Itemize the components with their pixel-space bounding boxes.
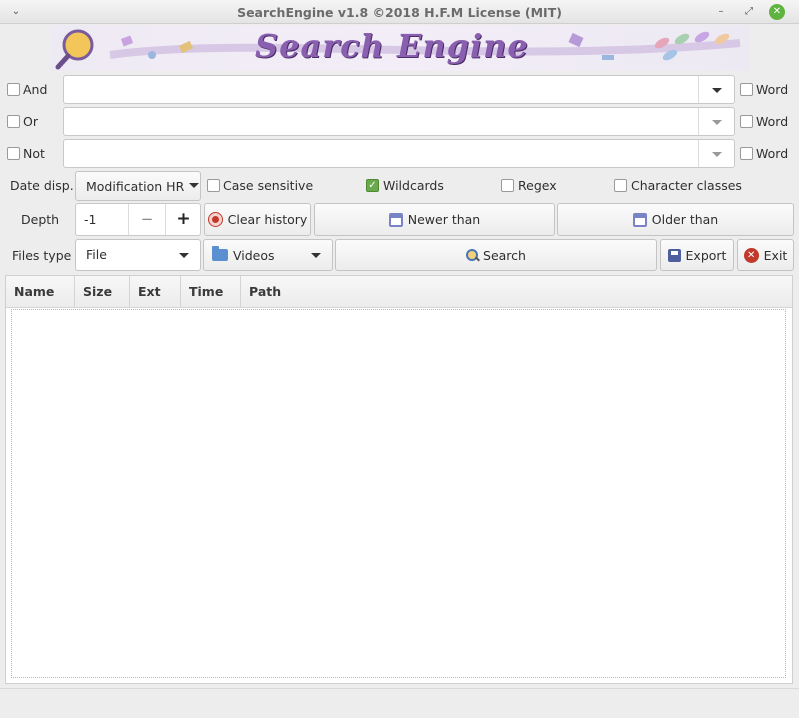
column-header-path[interactable]: Path bbox=[241, 276, 792, 308]
and-checkbox[interactable] bbox=[7, 83, 20, 96]
wildcards-label: Wildcards bbox=[383, 178, 444, 193]
search-button[interactable]: Search bbox=[335, 239, 657, 271]
date-display-label: Date disp. bbox=[10, 178, 74, 193]
column-header-name[interactable]: Name bbox=[6, 276, 75, 308]
title-bar: ⌄ SearchEngine v1.8 ©2018 H.F.M License … bbox=[0, 0, 799, 24]
or-label: Or bbox=[23, 114, 38, 129]
case-sensitive-checkbox[interactable] bbox=[207, 179, 220, 192]
results-table[interactable]: Name Size Ext Time Path bbox=[5, 275, 793, 684]
not-label: Not bbox=[23, 146, 45, 161]
depth-increment-button[interactable]: + bbox=[165, 204, 201, 235]
depth-value[interactable]: -1 bbox=[84, 212, 96, 227]
results-list[interactable] bbox=[11, 309, 786, 678]
and-word-label: Word bbox=[756, 82, 789, 97]
or-history-dropdown[interactable] bbox=[698, 108, 734, 135]
and-word-checkbox[interactable] bbox=[740, 83, 753, 96]
files-type-label: Files type bbox=[12, 248, 72, 263]
chevron-down-icon bbox=[712, 120, 722, 125]
folder-icon bbox=[212, 246, 228, 261]
wildcards-checkbox[interactable]: ✓ bbox=[366, 179, 379, 192]
calendar-icon bbox=[388, 212, 403, 227]
depth-label: Depth bbox=[21, 212, 60, 227]
calendar-icon bbox=[632, 212, 647, 227]
and-input[interactable] bbox=[63, 75, 735, 104]
or-input[interactable] bbox=[63, 107, 735, 136]
newer-than-button[interactable]: Newer than bbox=[314, 203, 555, 236]
regex-checkbox[interactable] bbox=[501, 179, 514, 192]
banner-logo: Search Engine bbox=[50, 25, 750, 71]
banner-title: Search Engine bbox=[255, 27, 529, 65]
not-input[interactable] bbox=[63, 139, 735, 168]
status-bar bbox=[0, 688, 799, 718]
chevron-down-icon bbox=[189, 183, 200, 189]
window-title: SearchEngine v1.8 ©2018 H.F.M License (M… bbox=[237, 5, 562, 20]
or-word-label: Word bbox=[756, 114, 789, 129]
file-category-select[interactable]: Videos bbox=[203, 239, 333, 271]
not-checkbox[interactable] bbox=[7, 147, 20, 160]
and-history-dropdown[interactable] bbox=[698, 76, 734, 103]
clear-history-button[interactable]: Clear history bbox=[204, 203, 311, 236]
export-button[interactable]: Export bbox=[660, 239, 734, 271]
column-header-ext[interactable]: Ext bbox=[130, 276, 181, 308]
older-than-button[interactable]: Older than bbox=[557, 203, 794, 236]
regex-label: Regex bbox=[518, 178, 557, 193]
case-sensitive-label: Case sensitive bbox=[223, 178, 314, 193]
record-icon bbox=[207, 212, 223, 227]
or-word-checkbox[interactable] bbox=[740, 115, 753, 128]
chevron-down-icon bbox=[712, 152, 722, 157]
chevron-down-icon bbox=[712, 88, 722, 93]
not-word-label: Word bbox=[756, 146, 789, 161]
chevron-down-icon bbox=[311, 253, 321, 258]
character-classes-checkbox[interactable] bbox=[614, 179, 627, 192]
search-icon bbox=[466, 249, 480, 262]
character-classes-label: Character classes bbox=[631, 178, 742, 193]
column-header-size[interactable]: Size bbox=[75, 276, 130, 308]
exit-button[interactable]: ✕ Exit bbox=[737, 239, 794, 271]
date-display-select[interactable]: Modification HR bbox=[75, 171, 201, 201]
file-type-select[interactable]: File bbox=[75, 239, 201, 271]
save-icon bbox=[667, 248, 681, 262]
column-header-time[interactable]: Time bbox=[181, 276, 241, 308]
table-header: Name Size Ext Time Path bbox=[6, 276, 792, 308]
exit-icon: ✕ bbox=[743, 247, 759, 263]
or-checkbox[interactable] bbox=[7, 115, 20, 128]
not-word-checkbox[interactable] bbox=[740, 147, 753, 160]
and-label: And bbox=[23, 82, 48, 97]
depth-stepper: -1 − + bbox=[75, 203, 201, 236]
close-icon[interactable]: ✕ bbox=[769, 4, 785, 20]
not-history-dropdown[interactable] bbox=[698, 140, 734, 167]
restore-icon[interactable]: ⤢ bbox=[741, 4, 757, 20]
depth-decrement-button[interactable]: − bbox=[128, 204, 165, 235]
minimize-icon[interactable]: – bbox=[713, 4, 729, 20]
chevron-down-icon bbox=[179, 253, 189, 258]
